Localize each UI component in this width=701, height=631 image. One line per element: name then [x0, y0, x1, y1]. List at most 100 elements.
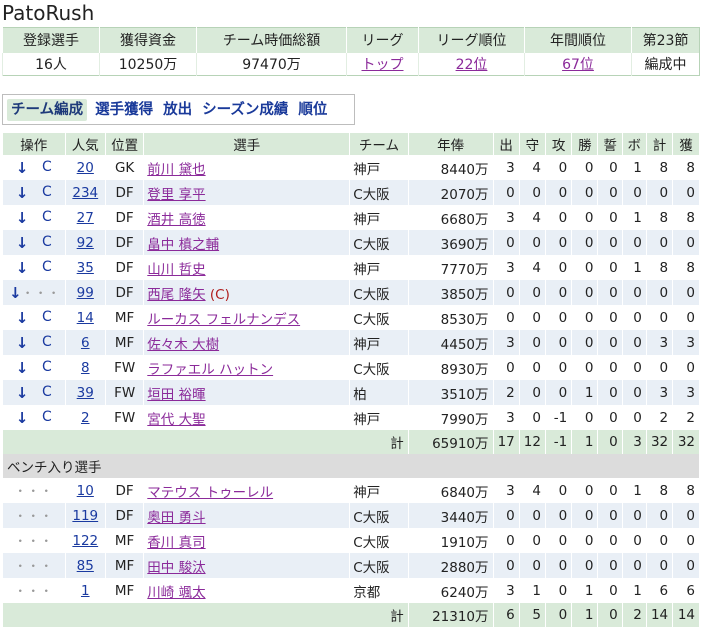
- tab-player-acquire[interactable]: 選手獲得: [95, 99, 153, 121]
- roster-header-12: 計: [645, 133, 673, 155]
- more-options-icon[interactable]: ・・・: [14, 532, 53, 549]
- more-options-icon[interactable]: ・・・: [14, 582, 53, 599]
- set-captain-button[interactable]: C: [42, 334, 52, 352]
- popularity-link[interactable]: 234: [72, 185, 98, 201]
- more-options-icon[interactable]: ・・・: [14, 507, 53, 524]
- stat-cell: 0: [518, 553, 546, 578]
- total-label: 計: [2, 430, 409, 454]
- move-to-bench-arrow-icon[interactable]: ↓: [16, 384, 29, 402]
- total-stat: 12: [518, 430, 546, 454]
- set-captain-button[interactable]: C: [42, 259, 52, 277]
- stat-cell: 0: [492, 280, 520, 305]
- move-to-bench-arrow-icon[interactable]: ↓: [16, 359, 29, 377]
- popularity-link[interactable]: 2: [81, 410, 90, 426]
- move-to-bench-arrow-icon[interactable]: ↓: [16, 259, 29, 277]
- set-captain-button[interactable]: C: [42, 384, 52, 402]
- player-name-link[interactable]: ラファエル ハットン: [147, 362, 273, 378]
- more-options-icon[interactable]: ・・・: [14, 557, 53, 574]
- stat-cell: 0: [492, 528, 520, 553]
- player-name-link[interactable]: 山川 哲史: [147, 262, 205, 278]
- tab-season-results[interactable]: シーズン成績: [202, 99, 288, 121]
- set-captain-button[interactable]: C: [42, 234, 52, 252]
- roster-header-row: 操作 人気 位置 選手 チーム 年俸出守攻勝誓ボ計獲: [2, 133, 699, 155]
- popularity-link[interactable]: 1: [81, 583, 90, 599]
- popularity-link[interactable]: 35: [77, 260, 94, 276]
- player-name-link[interactable]: 垣田 裕暉: [147, 387, 205, 403]
- popularity-link[interactable]: 10: [77, 483, 94, 499]
- player-name-link[interactable]: 西尾 隆矢: [147, 287, 205, 303]
- move-to-bench-arrow-icon[interactable]: ↓: [16, 209, 29, 227]
- player-name-link[interactable]: 宮代 大聖: [147, 412, 205, 428]
- popularity-link[interactable]: 119: [72, 508, 98, 524]
- move-to-bench-arrow-icon[interactable]: ↓: [16, 159, 29, 177]
- popularity-link[interactable]: 85: [77, 558, 94, 574]
- stat-cell: 2: [672, 405, 699, 430]
- move-to-bench-arrow-icon[interactable]: ↓: [16, 334, 29, 352]
- player-name-link[interactable]: 酒井 高徳: [147, 212, 205, 228]
- player-name-link[interactable]: 登里 享平: [147, 187, 205, 203]
- player-name-link[interactable]: 田中 駿汰: [147, 560, 205, 576]
- roster-header-0: 操作: [2, 133, 66, 155]
- move-to-bench-arrow-icon[interactable]: ↓: [16, 309, 29, 327]
- roster-header-9: 勝: [571, 133, 598, 155]
- stat-cell: 1: [571, 578, 598, 603]
- popularity-link[interactable]: 122: [72, 533, 98, 549]
- tab-ranking[interactable]: 順位: [298, 99, 327, 121]
- popularity-link[interactable]: 6: [81, 335, 90, 351]
- popularity-link[interactable]: 92: [77, 235, 94, 251]
- set-captain-button[interactable]: C: [42, 359, 52, 377]
- player-name-link[interactable]: 佐々木 大樹: [147, 337, 219, 353]
- player-name-cell: 佐々木 大樹: [143, 330, 350, 355]
- more-options-icon[interactable]: ・・・: [14, 482, 53, 499]
- set-captain-button[interactable]: C: [42, 209, 52, 227]
- player-name-link[interactable]: 川崎 颯太: [147, 585, 205, 601]
- player-name-link[interactable]: 前川 黛也: [147, 162, 205, 178]
- salary-cell: 6840万: [407, 478, 494, 503]
- stat-cell: 0: [571, 180, 598, 205]
- player-name-link[interactable]: ルーカス フェルナンデス: [147, 312, 300, 328]
- player-name-cell: 宮代 大聖: [143, 405, 350, 430]
- player-name-link[interactable]: 畠中 槙之輔: [147, 237, 219, 253]
- set-captain-button[interactable]: C: [42, 309, 52, 327]
- popularity-link[interactable]: 20: [77, 160, 94, 176]
- stat-cell: 0: [492, 305, 520, 330]
- player-name-link[interactable]: マテウス トゥーレル: [147, 485, 273, 501]
- stat-cell: 0: [597, 405, 623, 430]
- player-row: ↓ C 20 GK 前川 黛也 神戸 8440万 3 4 0 0 0 1 8 8: [2, 155, 699, 180]
- position-cell: DF: [104, 280, 144, 305]
- more-options-icon[interactable]: ・・・: [22, 284, 61, 302]
- set-captain-button[interactable]: C: [42, 184, 52, 202]
- tab-team-formation[interactable]: チーム編成: [7, 98, 88, 121]
- page-title: PatoRush: [2, 1, 95, 25]
- popularity-link[interactable]: 14: [77, 310, 94, 326]
- player-name-link[interactable]: 香川 真司: [147, 535, 205, 551]
- captain-badge: (C): [209, 286, 230, 303]
- stat-cell: 1: [621, 205, 647, 230]
- player-row: ・・・ 85 MF 田中 駿汰 C大阪 2880万 0 0 0 0 0 0 0 0: [2, 553, 699, 578]
- roster-header-8: 攻: [544, 133, 572, 155]
- popularity-link[interactable]: 8: [81, 360, 90, 376]
- roster-header-13: 獲: [672, 133, 699, 155]
- move-to-bench-arrow-icon[interactable]: ↓: [16, 409, 29, 427]
- stat-cell: 0: [544, 155, 572, 180]
- popularity-link[interactable]: 99: [77, 285, 94, 301]
- stat-cell: 3: [492, 330, 520, 355]
- set-captain-button[interactable]: C: [42, 159, 52, 177]
- move-to-bench-arrow-icon[interactable]: ↓: [16, 234, 29, 252]
- player-ops: ↓ C: [2, 205, 66, 230]
- annual-rank-link[interactable]: 67位: [562, 57, 594, 73]
- player-name-link[interactable]: 奥田 勇斗: [147, 510, 205, 526]
- roster-body: ↓ C 20 GK 前川 黛也 神戸 8440万 3 4 0 0 0 1 8 8 ↓ C 234 DF 登里 享平 C大…: [2, 155, 699, 627]
- ops-group: ・・・: [3, 507, 64, 524]
- set-captain-button[interactable]: C: [42, 409, 52, 427]
- popularity-link[interactable]: 39: [77, 385, 94, 401]
- league-link[interactable]: トップ: [362, 57, 404, 73]
- league-rank-link[interactable]: 22位: [456, 57, 488, 73]
- total-stat: 6: [492, 603, 520, 627]
- stat-cell: 1: [621, 255, 647, 280]
- move-to-bench-arrow-icon[interactable]: ↓: [16, 184, 29, 202]
- move-to-bench-arrow-icon[interactable]: ↓: [9, 284, 22, 302]
- popularity-link[interactable]: 27: [77, 210, 94, 226]
- tab-release[interactable]: 放出: [163, 99, 192, 121]
- player-row: ↓ C 35 DF 山川 哲史 神戸 7770万 3 4 0 0 0 1 8 8: [2, 255, 699, 280]
